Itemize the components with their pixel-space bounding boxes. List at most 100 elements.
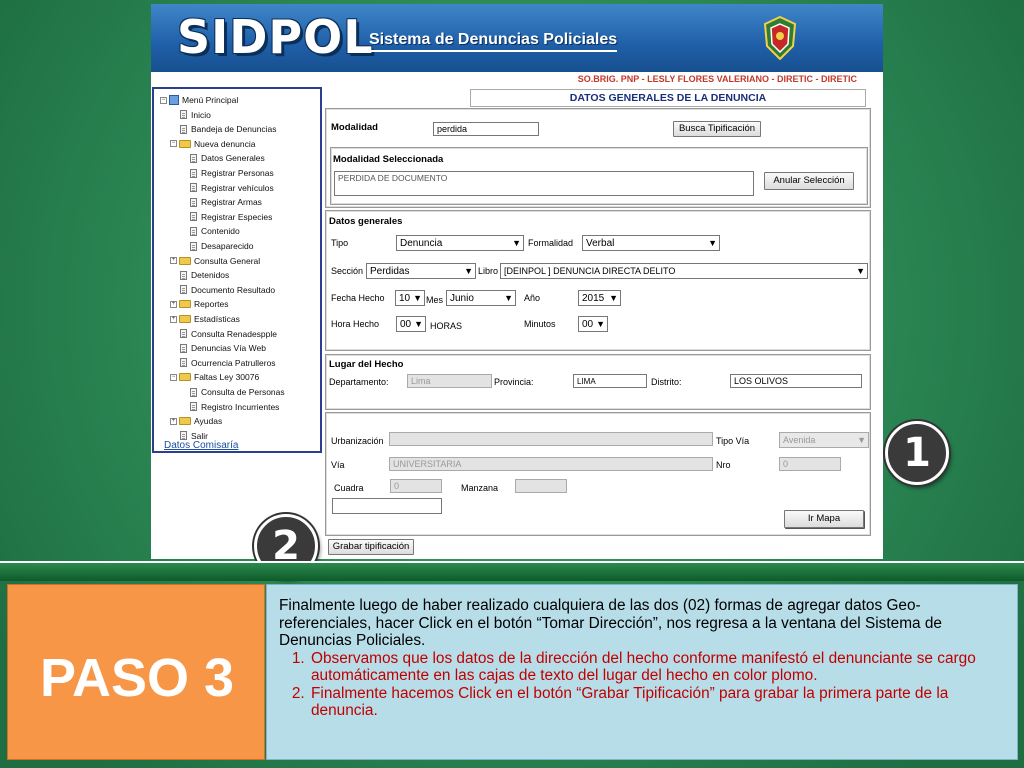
folder-icon <box>179 256 191 265</box>
ir-mapa-button[interactable]: Ir Mapa <box>784 510 864 528</box>
departamento-field[interactable]: Lima <box>407 374 492 388</box>
menu-item[interactable]: Registrar Personas <box>190 167 274 179</box>
modalidad-panel: Modalidad perdida Busca Tipificación Mod… <box>325 108 871 208</box>
manzana-field[interactable] <box>515 479 567 493</box>
menu-item[interactable]: Desaparecido <box>190 240 253 252</box>
chevron-down-icon: ▼ <box>512 238 521 248</box>
via-field[interactable]: UNIVERSITARIA <box>389 457 713 471</box>
menu-item[interactable]: + Consulta General <box>170 255 260 267</box>
menu-item[interactable]: Denuncias Vía Web <box>180 342 266 354</box>
menu-item-label: Registro Incurrientes <box>201 401 280 412</box>
departamento-label: Departamento: <box>329 377 389 387</box>
mes-label: Mes <box>426 295 444 305</box>
hora-select[interactable]: 00 ▼ <box>396 316 426 332</box>
collapse-icon[interactable]: − <box>170 373 177 381</box>
chevron-down-icon: ▼ <box>464 266 473 276</box>
cuadra-label: Cuadra <box>334 483 364 493</box>
menu-item[interactable]: Inicio <box>180 109 211 121</box>
menu-item[interactable]: Documento Resultado <box>180 284 275 296</box>
main-menu-tree: − Menú Principal Inicio Bandeja de Denuncia… <box>152 87 322 453</box>
menu-item[interactable]: Registro Incurrientes <box>190 401 279 413</box>
chevron-down-icon: ▼ <box>856 266 865 276</box>
menu-item[interactable]: Consulta de Personas <box>190 386 285 398</box>
dia-select[interactable]: 10 ▼ <box>395 290 425 306</box>
menu-item-label: Faltas Ley 30076 <box>194 372 260 383</box>
formalidad-value: Verbal <box>586 238 615 249</box>
tipo-value: Denuncia <box>400 238 443 249</box>
seccion-label: Sección <box>331 266 364 276</box>
formalidad-select[interactable]: Verbal ▼ <box>582 235 720 251</box>
collapse-icon[interactable]: − <box>160 96 167 104</box>
document-icon <box>180 124 187 134</box>
hora-hecho-label: Hora Hecho <box>331 319 380 329</box>
tipo-via-label: Tipo Vía <box>716 436 750 446</box>
document-icon <box>180 110 187 120</box>
libro-select[interactable]: [DEINPOL ] DENUNCIA DIRECTA DELITO ▼ <box>500 263 868 279</box>
menu-item[interactable]: − Menú Principal <box>160 94 238 106</box>
urbanizacion-field[interactable] <box>389 432 713 446</box>
menu-item[interactable]: Contenido <box>190 225 240 237</box>
lugar-hecho-label: Lugar del Hecho <box>329 359 404 370</box>
extra-field[interactable] <box>332 498 442 514</box>
menu-item[interactable]: + Reportes <box>170 298 229 310</box>
document-icon <box>180 343 187 353</box>
menu-item[interactable]: − Nueva denuncia <box>170 138 255 150</box>
menu-item[interactable]: Bandeja de Denuncias <box>180 123 277 135</box>
minutos-label: Minutos <box>524 319 556 329</box>
expand-icon[interactable]: + <box>170 257 177 265</box>
cuadra-field[interactable]: 0 <box>390 479 442 493</box>
distrito-field[interactable]: LOS OLIVOS <box>730 374 862 388</box>
datos-generales-panel: Datos generales Tipo Denuncia ▼ Formalida… <box>325 210 871 351</box>
step-intro: Finalmente luego de haber realizado cual… <box>279 597 942 649</box>
modalidad-seleccionada-box: Modalidad Seleccionada PERDIDA DE DOCUME… <box>330 147 868 205</box>
collapse-icon[interactable]: − <box>170 140 177 148</box>
app-subtitle: Sistema de Denuncias Policiales <box>369 31 618 52</box>
datos-generales-label: Datos generales <box>329 216 403 227</box>
document-icon <box>190 241 197 251</box>
menu-item-label: Datos Generales <box>201 153 265 164</box>
menu-item[interactable]: Consulta Renadespple <box>180 328 277 340</box>
menu-item[interactable]: Detenidos <box>180 269 229 281</box>
document-icon <box>180 358 187 368</box>
grabar-tipificacion-button[interactable]: Grabar tipificación <box>328 539 414 555</box>
mes-select[interactable]: Junio ▼ <box>446 290 516 306</box>
menu-item[interactable]: Ocurrencia Patrulleros <box>180 357 276 369</box>
menu-item-label: Inicio <box>191 109 211 120</box>
menu-item[interactable]: − Faltas Ley 30076 <box>170 371 259 383</box>
modalidad-input[interactable]: perdida <box>433 122 539 136</box>
app-banner: SIDPOL Sistema de Denuncias Policiales <box>151 4 883 72</box>
tipo-select[interactable]: Denuncia ▼ <box>396 235 524 251</box>
expand-icon[interactable]: + <box>170 300 177 308</box>
direccion-panel: Urbanización Tipo Vía Avenida ▼ Vía UNIVE… <box>325 412 871 536</box>
nro-field[interactable]: 0 <box>779 457 841 471</box>
seccion-select[interactable]: Perdidas ▼ <box>366 263 476 279</box>
expand-icon[interactable]: + <box>170 315 177 323</box>
minutos-select[interactable]: 00 ▼ <box>578 316 608 332</box>
anio-select[interactable]: 2015 ▼ <box>578 290 621 306</box>
datos-comisaria-link[interactable]: Datos Comisaría <box>164 440 238 451</box>
document-icon <box>190 183 197 193</box>
tipo-via-select[interactable]: Avenida ▼ <box>779 432 869 448</box>
chevron-down-icon: ▼ <box>857 435 866 445</box>
menu-item[interactable]: Datos Generales <box>190 152 265 164</box>
menu-item-label: Desaparecido <box>201 241 254 251</box>
menu-item[interactable]: + Estadísticas <box>170 313 240 325</box>
menu-item-label: Nueva denuncia <box>194 138 256 149</box>
menu-item[interactable]: + Ayudas <box>170 415 222 427</box>
modalidad-label: Modalidad <box>331 122 378 133</box>
menu-item[interactable]: Registrar Especies <box>190 211 272 223</box>
busca-tipificacion-button[interactable]: Busca Tipificación <box>673 121 761 137</box>
expand-icon[interactable]: + <box>170 417 177 425</box>
document-icon <box>190 153 197 163</box>
mes-value: Junio <box>450 293 474 304</box>
menu-item-label: Registrar vehículos <box>201 182 274 193</box>
modalidad-seleccionada-field[interactable]: PERDIDA DE DOCUMENTO <box>334 171 754 196</box>
document-icon <box>180 285 187 295</box>
menu-item[interactable]: Registrar vehículos <box>190 182 274 194</box>
provincia-field[interactable]: LIMA <box>573 374 647 388</box>
menu-item[interactable]: Registrar Armas <box>190 196 262 208</box>
step-list-item: Observamos que los datos de la dirección… <box>309 650 1007 685</box>
hora-value: 00 <box>400 319 412 330</box>
provincia-label: Provincia: <box>494 377 534 387</box>
anular-seleccion-button[interactable]: Anular Selección <box>764 172 854 190</box>
